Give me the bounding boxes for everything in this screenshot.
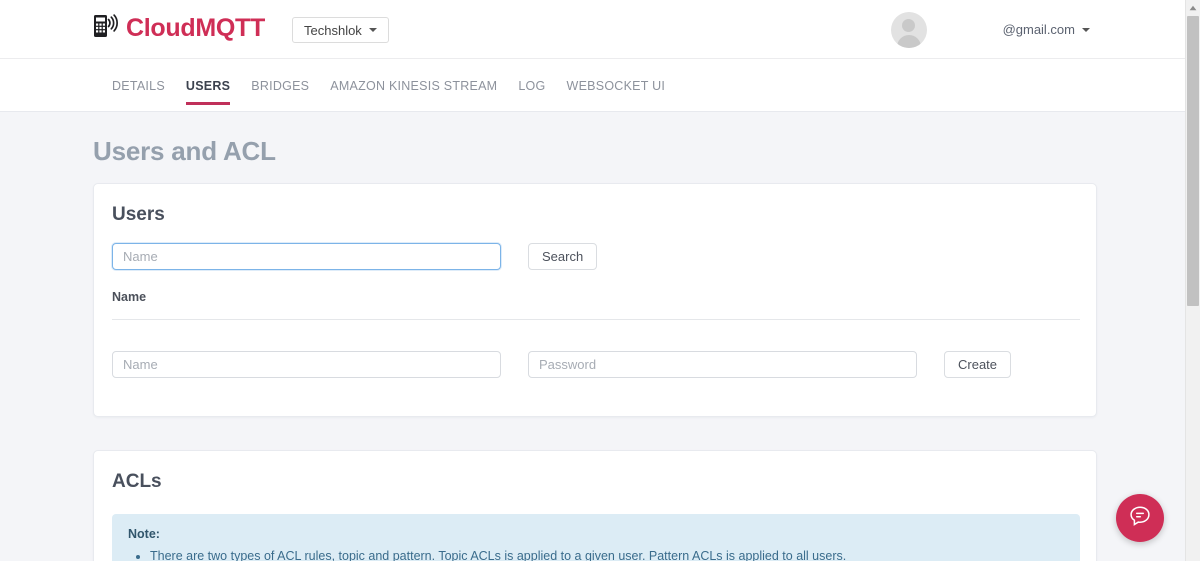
caret-down-icon: [368, 28, 377, 32]
mqtt-device-signal-icon: [93, 13, 119, 44]
acls-card: ACLs Note: There are two types of ACL ru…: [93, 450, 1097, 561]
tab-log[interactable]: LOG: [518, 79, 545, 105]
avatar-head-shape: [902, 18, 916, 32]
user-account-area: @gmail.com: [890, 0, 1090, 59]
brand-logo[interactable]: CloudMQTT: [93, 13, 265, 44]
search-button[interactable]: Search: [528, 243, 598, 270]
acl-note-box: Note: There are two types of ACL rules, …: [112, 514, 1080, 561]
new-user-name-input[interactable]: [112, 351, 501, 378]
tab-users[interactable]: USERS: [185, 79, 231, 105]
user-account-dropdown[interactable]: @gmail.com: [1003, 22, 1090, 37]
column-header-name: Name: [112, 290, 147, 304]
scroll-up-arrow-icon[interactable]: [1186, 0, 1200, 16]
top-header-bar: CloudMQTT Techshlok @gmail.com: [0, 0, 1185, 59]
note-list-item: There are two types of ACL rules, topic …: [150, 547, 1064, 561]
scrollbar-thumb[interactable]: [1187, 16, 1199, 306]
brand-name: CloudMQTT: [126, 14, 265, 42]
page-title: Users and ACL: [93, 136, 276, 166]
tab-details[interactable]: DETAILS: [112, 79, 165, 105]
vertical-scrollbar[interactable]: [1185, 0, 1200, 561]
user-email-label: @gmail.com: [1002, 22, 1075, 37]
organization-name: Techshlok: [304, 22, 362, 38]
avatar-body-shape: [896, 34, 921, 48]
tab-amazon-kinesis-stream[interactable]: AMAZON KINESIS STREAM: [330, 79, 497, 105]
chat-bubble-icon: [1127, 503, 1153, 534]
user-search-row: Search: [112, 243, 598, 270]
caret-down-icon: [1082, 27, 1090, 32]
organization-dropdown-button[interactable]: Techshlok: [292, 17, 389, 43]
create-user-row: Create: [112, 351, 1012, 378]
table-divider: [112, 319, 1080, 320]
users-card: Users Search Name Create: [93, 183, 1097, 417]
tab-bridges[interactable]: BRIDGES: [251, 79, 309, 105]
user-avatar-placeholder-icon[interactable]: [890, 11, 927, 48]
users-table-header: Name: [112, 288, 1080, 320]
browser-viewport: CloudMQTT Techshlok @gmail.com DETAILS U…: [0, 0, 1200, 561]
nav-tab-list: DETAILS USERS BRIDGES AMAZON KINESIS STR…: [112, 59, 665, 112]
new-user-password-input[interactable]: [528, 351, 917, 378]
note-list: There are two types of ACL rules, topic …: [128, 547, 1064, 561]
primary-nav-bar: DETAILS USERS BRIDGES AMAZON KINESIS STR…: [0, 59, 1185, 112]
create-user-button[interactable]: Create: [944, 351, 1012, 378]
tab-websocket-ui[interactable]: WEBSOCKET UI: [567, 79, 666, 105]
support-chat-button[interactable]: [1116, 494, 1164, 542]
users-card-title: Users: [112, 204, 165, 225]
page-content: Users and ACL Users Search Name Create: [0, 112, 1185, 561]
search-name-input[interactable]: [112, 243, 501, 270]
note-label: Note:: [128, 527, 160, 541]
acls-card-title: ACLs: [112, 471, 162, 492]
